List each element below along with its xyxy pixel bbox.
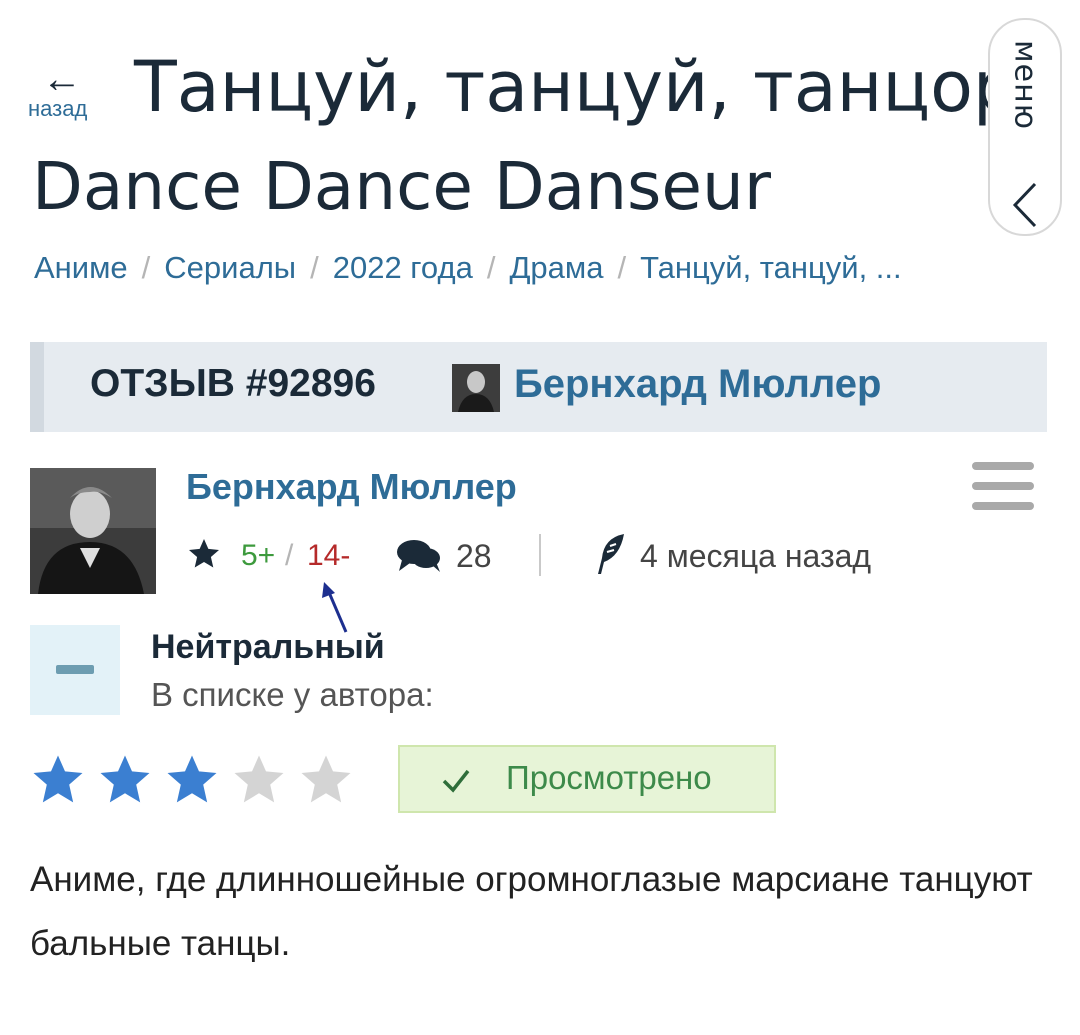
breadcrumb-separator: / [310, 250, 319, 285]
breadcrumb-genre[interactable]: Драма [509, 250, 603, 285]
comments-icon [397, 540, 440, 572]
comments-count[interactable]: 28 [456, 534, 492, 578]
rating-star-2[interactable] [97, 752, 153, 808]
status-badge: Просмотрено [398, 745, 776, 813]
menu-label: меню [1007, 40, 1043, 130]
breadcrumb-separator: / [617, 250, 627, 285]
author-mini-avatar[interactable] [452, 364, 500, 412]
status-label: Просмотрено [506, 759, 712, 796]
back-label: назад [28, 96, 88, 121]
breadcrumb-anime[interactable]: Аниме [34, 250, 128, 285]
check-icon [442, 769, 470, 793]
neutral-badge [30, 625, 120, 715]
minus-icon [56, 665, 94, 674]
breadcrumb-separator: / [486, 250, 496, 285]
back-button[interactable]: ← назад [28, 57, 108, 122]
in-list-label: В списке у автора: [151, 676, 434, 713]
feather-icon [598, 534, 624, 574]
author-avatar[interactable] [30, 468, 156, 594]
posted-time: 4 месяца назад [640, 538, 872, 574]
review-number: ОТЗЫВ #92896 [90, 362, 376, 405]
votes-minus[interactable]: 14- [307, 534, 350, 578]
breadcrumb: Аниме / Сериалы / 2022 года / Драма / Танцуй, та… [34, 246, 902, 290]
rating-star-1[interactable] [30, 752, 86, 808]
page-subtitle: Dance Dance Danseur [32, 148, 771, 225]
breadcrumb-separator: / [141, 250, 151, 285]
page-title: Танцуй, танцуй, танцор [134, 46, 1018, 128]
votes-plus[interactable]: 5+ [241, 534, 275, 578]
review-text: Аниме, где длинношейные огромноглазые ма… [30, 860, 1033, 963]
menu-button[interactable]: меню [988, 18, 1062, 236]
votes-separator: / [285, 539, 294, 572]
breadcrumb-year[interactable]: 2022 года [333, 250, 473, 285]
review-author-link[interactable]: Бернхард Мюллер [514, 362, 881, 407]
review-header: ОТЗЫВ #92896 Бернхард Мюллер [30, 342, 1047, 432]
breadcrumb-series[interactable]: Сериалы [164, 250, 296, 285]
verdict-label: Нейтральный [151, 628, 385, 666]
chevron-left-icon [1012, 182, 1037, 228]
back-arrow-icon: ← [42, 57, 82, 101]
hamburger-icon[interactable] [972, 462, 1034, 514]
rating-stars [30, 752, 360, 808]
author-name[interactable]: Бернхард Мюллер [186, 466, 517, 508]
breadcrumb-current[interactable]: Танцуй, танцуй, ... [640, 250, 902, 285]
rating-star-3[interactable] [164, 752, 220, 808]
rating-star-5[interactable] [298, 752, 354, 808]
star-icon [189, 539, 219, 568]
rating-star-4[interactable] [231, 752, 287, 808]
meta-divider [539, 534, 541, 576]
